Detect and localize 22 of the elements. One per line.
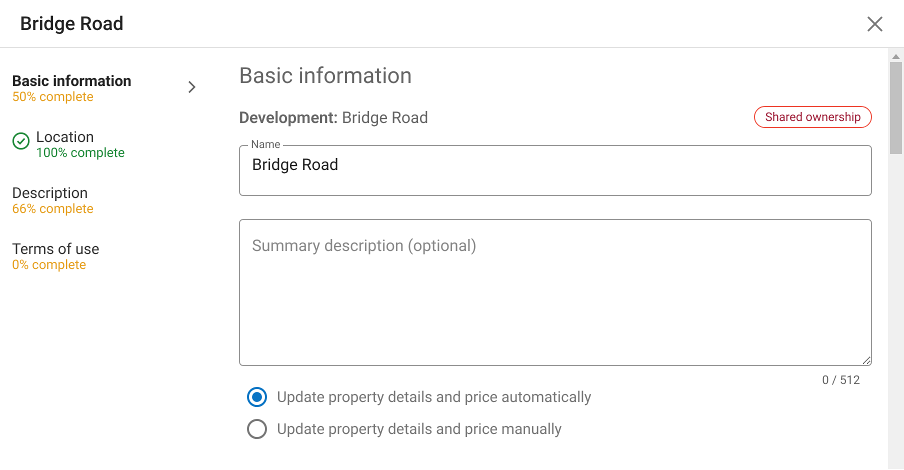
scroll-up-icon[interactable] <box>892 54 900 59</box>
radio-option[interactable]: Update property details and price automatically <box>247 387 592 407</box>
close-icon[interactable] <box>866 14 884 32</box>
character-counter: 0 / 512 <box>822 373 860 387</box>
development-text: Development: Bridge Road <box>239 108 428 126</box>
scrollbar-thumb[interactable] <box>890 62 902 154</box>
radio-button[interactable] <box>247 419 267 439</box>
sidebar-item[interactable]: Terms of use 0% complete <box>12 240 197 274</box>
window-title: Bridge Road <box>20 12 124 35</box>
ownership-badge: Shared ownership <box>754 106 872 128</box>
field-label: Name <box>250 141 282 149</box>
radio-option[interactable]: Update property details and price manually <box>247 419 562 439</box>
sidebar-item[interactable]: Description 66% complete <box>12 184 197 218</box>
name-input[interactable]: Bridge Road <box>252 149 859 174</box>
radio-button[interactable] <box>247 387 267 407</box>
sidebar-item[interactable]: Basic information 50% complete <box>12 72 197 106</box>
section-heading: Basic information <box>239 63 414 91</box>
summary-field[interactable]: Summary description (optional) <box>239 219 872 366</box>
name-field[interactable]: Name Bridge Road <box>239 141 872 196</box>
check-circle-icon <box>12 132 30 150</box>
sidebar-item[interactable]: Location 100% complete <box>12 128 197 162</box>
chevron-right-icon <box>187 80 197 94</box>
